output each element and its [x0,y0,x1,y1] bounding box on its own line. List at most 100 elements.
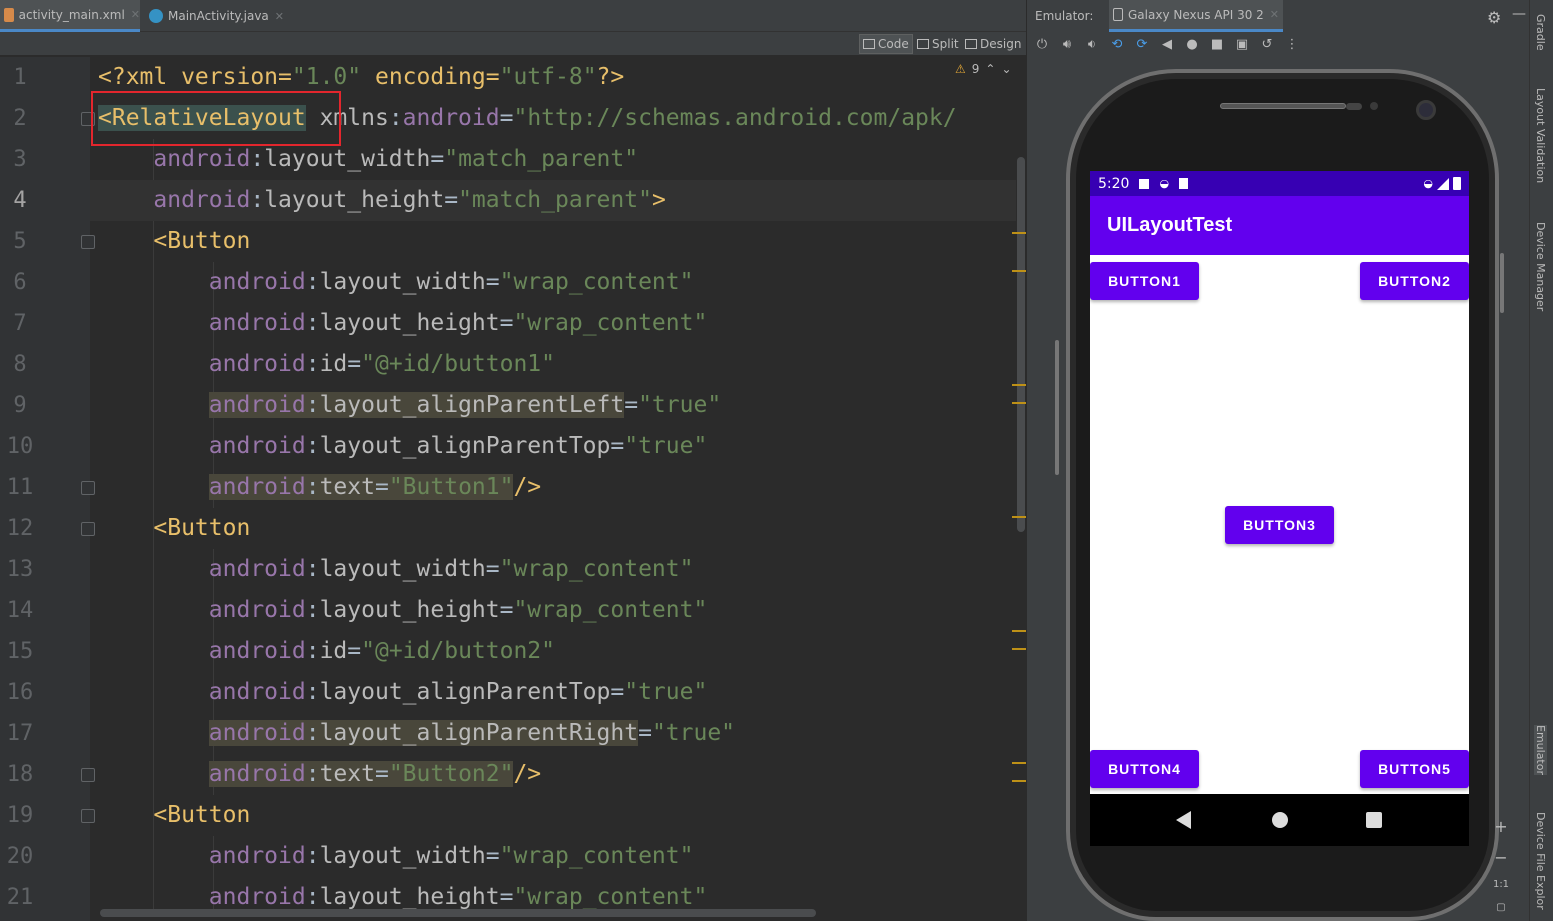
code-line-18: android:text="Button2"/> [208,761,542,787]
annotation-highlight-box [91,91,341,146]
close-icon[interactable]: ✕ [131,8,140,21]
line-number: 17 [6,721,34,746]
device-tab[interactable]: Galaxy Nexus API 30 2 ✕ [1109,0,1284,32]
gear-icon[interactable]: ⚙ [1487,8,1501,27]
vertical-scrollbar[interactable] [1016,57,1026,921]
light-sensor [1370,102,1378,110]
line-number: 19 [6,803,34,828]
tab-label: activity_main.xml [18,7,125,22]
warning-marker[interactable] [1012,232,1026,234]
android-nav-bar [1090,794,1469,846]
code-line-14: android:layout_height="wrap_content" [208,597,708,623]
editor-tab-bar: activity_main.xml ✕ MainActivity.java ✕ [0,0,1026,32]
design-view-label: Design [980,37,1022,51]
line-number: 21 [6,885,34,910]
volume-down-icon[interactable]: 🔉︎ [1085,37,1099,52]
snapshot-icon[interactable]: ↺ [1260,37,1274,52]
gradle-tool-tab[interactable]: Gradle [1534,14,1547,51]
camera-icon[interactable]: ▣ [1235,37,1249,52]
button5[interactable]: BUTTON5 [1360,750,1469,788]
code-line-11: android:text="Button1"/> [208,474,542,500]
phone-icon [1113,8,1123,21]
device-file-explorer-tool-tab[interactable]: Device File Explor [1534,812,1547,910]
status-bar: 5:20 ◒ ◒ [1090,171,1469,196]
emulator-label: Emulator: [1035,9,1094,23]
nav-back-icon[interactable] [1176,811,1191,829]
code-line-15: android:id="@+id/button2" [208,638,556,664]
code-view-label: Code [878,37,909,51]
code-line-7: android:layout_height="wrap_content" [208,310,708,336]
overview-icon[interactable]: ■ [1210,37,1224,52]
warning-marker[interactable] [1012,516,1026,518]
horizontal-scrollbar[interactable] [100,909,816,917]
nav-recents-icon[interactable] [1366,812,1382,828]
line-number: 9 [13,393,27,418]
chevron-down-icon[interactable]: ⌄ [1001,62,1011,76]
more-icon[interactable]: ⋮ [1285,37,1299,52]
volume-up-icon[interactable]: 🔊︎ [1060,37,1074,52]
line-number: 5 [13,229,27,254]
device-manager-tool-tab[interactable]: Device Manager [1534,222,1547,311]
right-tool-strip: Gradle Layout Validation Device Manager … [1529,0,1553,921]
close-icon[interactable]: ✕ [275,10,284,23]
line-number-gutter[interactable]: 1 2 3 4 5 6 7 8 9 10 11 12 13 14 15 16 1… [0,57,95,921]
code-line-9: android:layout_alignParentLeft="true" [208,392,722,418]
warning-marker[interactable] [1012,384,1026,386]
phone-side-button[interactable] [1500,253,1504,313]
zoom-controls: + − 1:1 ▢ [1489,817,1513,913]
split-view-button[interactable]: Split [914,34,962,54]
rotate-left-icon[interactable]: ⟲ [1110,37,1124,52]
zoom-fit-icon[interactable]: ▢ [1496,902,1505,913]
power-icon[interactable]: ⏻ [1035,37,1049,52]
code-line-5: <Button [153,228,251,254]
inspection-widget[interactable]: ⚠ 9 ⌃ ⌄ [955,62,1012,76]
line-number: 16 [6,680,34,705]
device-tab-label: Galaxy Nexus API 30 2 [1128,7,1264,22]
warning-marker[interactable] [1012,402,1026,404]
nav-home-icon[interactable] [1272,812,1288,828]
code-view-button[interactable]: Code [859,34,913,54]
xml-file-icon [4,7,14,22]
line-number: 6 [13,270,27,295]
phone-side-button[interactable] [1055,340,1059,475]
button2[interactable]: BUTTON2 [1360,262,1469,300]
minimize-icon[interactable]: — [1512,6,1526,22]
warning-marker[interactable] [1012,630,1026,632]
design-view-icon [965,39,977,49]
split-view-label: Split [932,37,959,51]
zoom-in-button[interactable]: + [1494,817,1507,836]
line-number: 20 [6,844,34,869]
scrollbar-thumb[interactable] [1017,157,1025,532]
tab-activity-main-xml[interactable]: activity_main.xml ✕ [0,0,140,32]
line-number: 18 [6,762,34,787]
code-line-10: android:layout_alignParentTop="true" [208,433,708,459]
emulator-tool-tab[interactable]: Emulator [1534,725,1547,775]
code-line-17: android:layout_alignParentRight="true" [208,720,736,746]
button1[interactable]: BUTTON1 [1090,262,1199,300]
warning-marker[interactable] [1012,780,1026,782]
close-icon[interactable]: ✕ [1270,8,1279,21]
code-text-area[interactable]: <?xml version="1.0" encoding="utf-8"?> <… [90,57,1016,909]
warning-marker[interactable] [1012,762,1026,764]
zoom-out-button[interactable]: − [1494,848,1507,867]
emulator-header: Emulator: Galaxy Nexus API 30 2 ✕ ⚙ — [1027,0,1530,32]
rotate-right-icon[interactable]: ⟳ [1135,37,1149,52]
zoom-actual-size-button[interactable]: 1:1 [1493,879,1509,890]
button4[interactable]: BUTTON4 [1090,750,1199,788]
back-icon[interactable]: ◀ [1160,37,1174,52]
design-view-button[interactable]: Design [962,34,1024,54]
tab-main-activity-java[interactable]: MainActivity.java ✕ [145,0,285,32]
button3[interactable]: BUTTON3 [1225,506,1334,544]
notification-icon [1139,178,1150,189]
home-icon[interactable]: ● [1185,37,1199,52]
warning-marker[interactable] [1012,270,1026,272]
chevron-up-icon[interactable]: ⌃ [985,62,995,76]
layout-validation-tool-tab[interactable]: Layout Validation [1534,88,1547,183]
warning-marker[interactable] [1012,648,1026,650]
split-view-icon [917,39,929,49]
sd-card-icon [1179,178,1189,189]
line-number: 8 [13,352,27,377]
battery-icon [1453,177,1461,190]
code-line-8: android:id="@+id/button1" [208,351,556,377]
phone-screen[interactable]: 5:20 ◒ ◒ UILayoutTest BUTTON1 BUTTON2 BU… [1090,171,1469,794]
